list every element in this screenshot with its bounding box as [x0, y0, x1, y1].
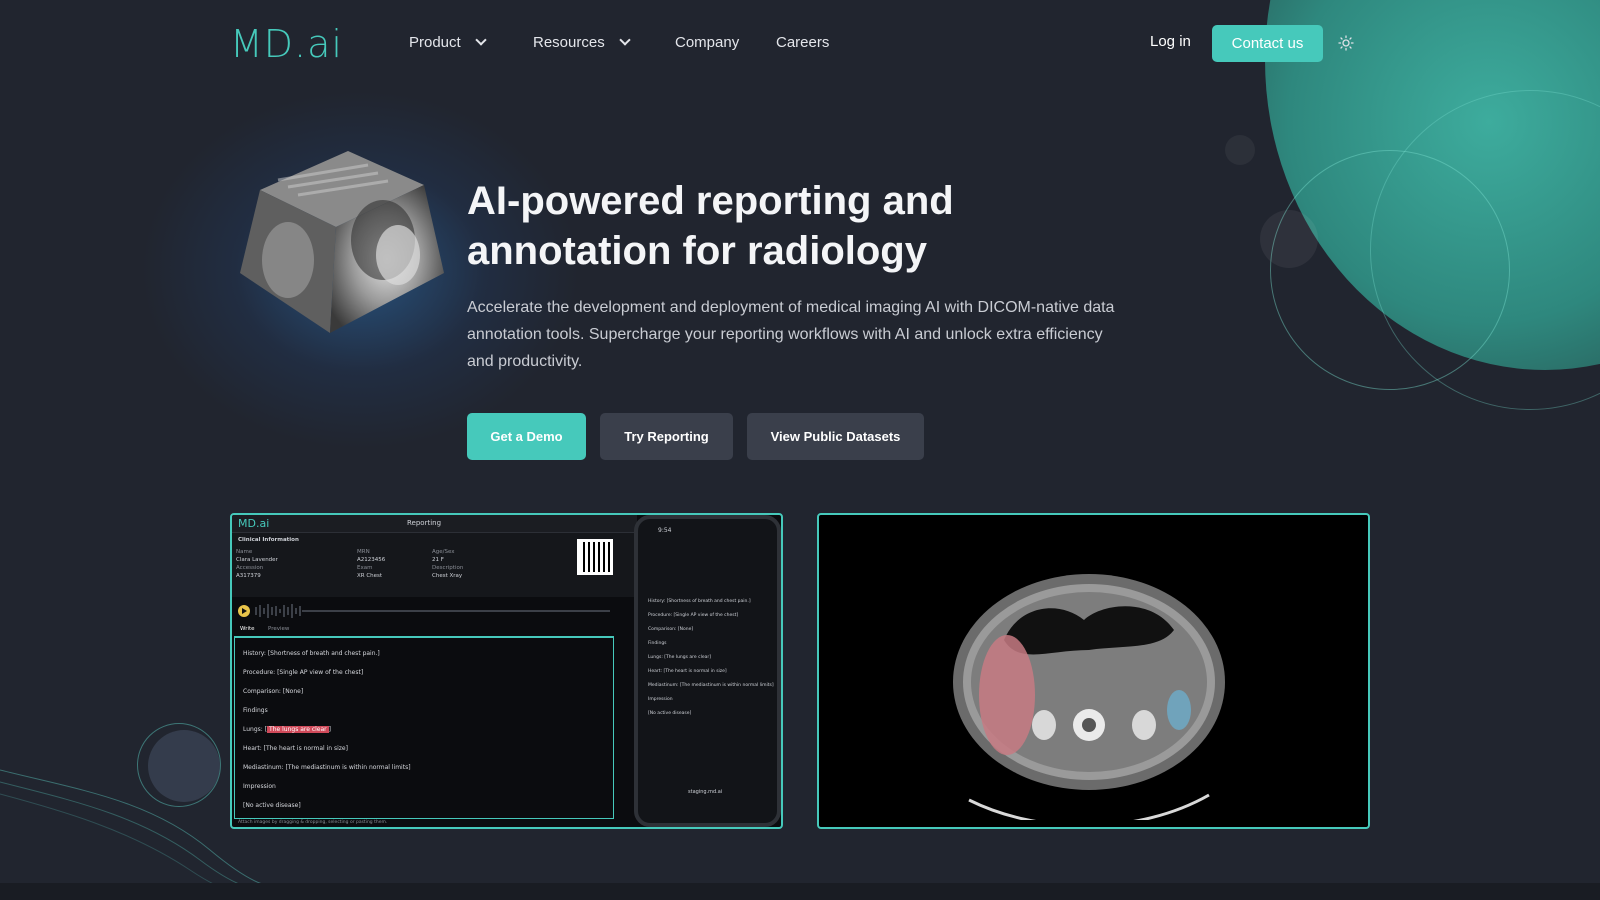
screenshot-topbar: MD.ai Reporting	[232, 515, 637, 533]
field-value: 21 F	[432, 557, 444, 563]
report-line: History: [Shortness of breath and chest …	[243, 650, 380, 657]
nav-company-label: Company	[675, 34, 740, 51]
decor-dot	[1225, 135, 1255, 165]
field-value: XR Chest	[357, 573, 383, 579]
field-label: MRN	[357, 549, 370, 555]
decor-ring	[1370, 90, 1600, 410]
phone-report-line: Impression	[648, 697, 673, 702]
phone-report-line: History: [Shortness of breath and chest …	[648, 599, 751, 604]
field-value: A2123456	[357, 557, 386, 563]
nav-product-label: Product	[409, 34, 461, 51]
nav-company[interactable]: Company	[675, 34, 739, 51]
tab-write[interactable]: Write	[240, 626, 255, 632]
bottom-strip	[0, 883, 1600, 900]
report-line: Procedure: [Single AP view of the chest]	[243, 669, 364, 676]
chevron-down-icon	[475, 34, 487, 46]
get-demo-button[interactable]: Get a Demo	[467, 413, 586, 460]
view-public-datasets-button[interactable]: View Public Datasets	[747, 413, 924, 460]
nav-careers[interactable]: Careers	[776, 34, 829, 51]
phone-url: staging.md.ai	[688, 789, 723, 795]
attach-hint: Attach images by dragging & dropping, se…	[238, 820, 388, 825]
editor-tabs: Write Preview	[234, 623, 614, 637]
nav-product[interactable]: Product	[409, 34, 487, 51]
audio-waveform[interactable]	[232, 601, 614, 621]
login-link[interactable]: Log in	[1150, 33, 1191, 50]
phone-report-line: Heart: [The heart is normal in size]	[648, 669, 727, 674]
field-value: Clara Lavender	[236, 557, 278, 563]
report-line: Heart: [The heart is normal in size]	[243, 745, 348, 752]
qr-code	[577, 539, 613, 575]
contact-button[interactable]: Contact us	[1212, 25, 1323, 62]
field-value: A317379	[236, 573, 261, 579]
try-reporting-button[interactable]: Try Reporting	[600, 413, 733, 460]
report-line: Mediastinum: [The mediastinum is within …	[243, 764, 411, 771]
decor-ring	[1270, 150, 1510, 390]
ct-cube-illustration	[240, 151, 444, 333]
decor-orb-ring	[137, 723, 221, 807]
hero-subtext: Accelerate the development and deploymen…	[467, 299, 1115, 370]
field-label: Name	[236, 549, 253, 555]
field-label: Description	[432, 565, 464, 571]
screenshot-logo: MD.ai	[238, 517, 270, 530]
logo[interactable]: MD.ai	[230, 22, 343, 66]
report-line: Impression	[243, 783, 276, 790]
report-editor[interactable]: History: [Shortness of breath and chest …	[234, 637, 614, 819]
sun-icon[interactable]	[1338, 35, 1354, 51]
nav-resources[interactable]: Resources	[533, 34, 631, 51]
top-nav: MD.ai Product Resources Company Careers …	[0, 0, 1600, 86]
report-line: Findings	[243, 707, 268, 714]
ct-scan-image	[953, 574, 1225, 820]
nav-careers-label: Careers	[776, 34, 830, 51]
ct-annotation-screenshot	[817, 513, 1370, 829]
phone-report-line: Mediastinum: [The mediastinum is within …	[648, 683, 774, 688]
field-label: Exam	[357, 565, 373, 571]
phone-report-line: [No active disease]	[648, 711, 692, 716]
field-label: Age/Sex	[432, 549, 455, 555]
decor-dot	[1260, 210, 1318, 268]
hero-headline: AI-powered reporting and annotation for …	[467, 179, 954, 273]
phone-report-line: Comparison: [None]	[648, 627, 694, 632]
reporting-screenshot: MD.ai Reporting Clinical Information Nam…	[230, 513, 783, 829]
report-line: Comparison: [None]	[243, 688, 304, 695]
phone-report-line: Procedure: [Single AP view of the chest]	[648, 613, 739, 618]
clinical-info: Clinical Information Name Clara Lavender…	[232, 533, 637, 597]
field-value: Chest Xray	[432, 573, 463, 579]
nav-resources-label: Resources	[533, 34, 605, 51]
phone-report-line: Findings	[648, 641, 667, 646]
clinical-info-heading: Clinical Information	[238, 537, 299, 543]
phone-report-line: Lungs: [The lungs are clear]	[648, 655, 711, 660]
phone-mockup: 9:54 History: [Shortness of breath and c…	[634, 515, 781, 827]
screenshot-title: Reporting	[407, 519, 442, 527]
tab-preview[interactable]: Preview	[268, 626, 289, 632]
report-line: [No active disease]	[243, 802, 301, 809]
chevron-down-icon	[619, 34, 631, 46]
report-highlight: The lungs are clear	[267, 726, 329, 733]
field-label: Accession	[236, 565, 264, 571]
report-line-highlighted: Lungs: [The lungs are clear]	[243, 726, 331, 733]
phone-time: 9:54	[658, 527, 672, 534]
decor-orb	[148, 730, 220, 802]
